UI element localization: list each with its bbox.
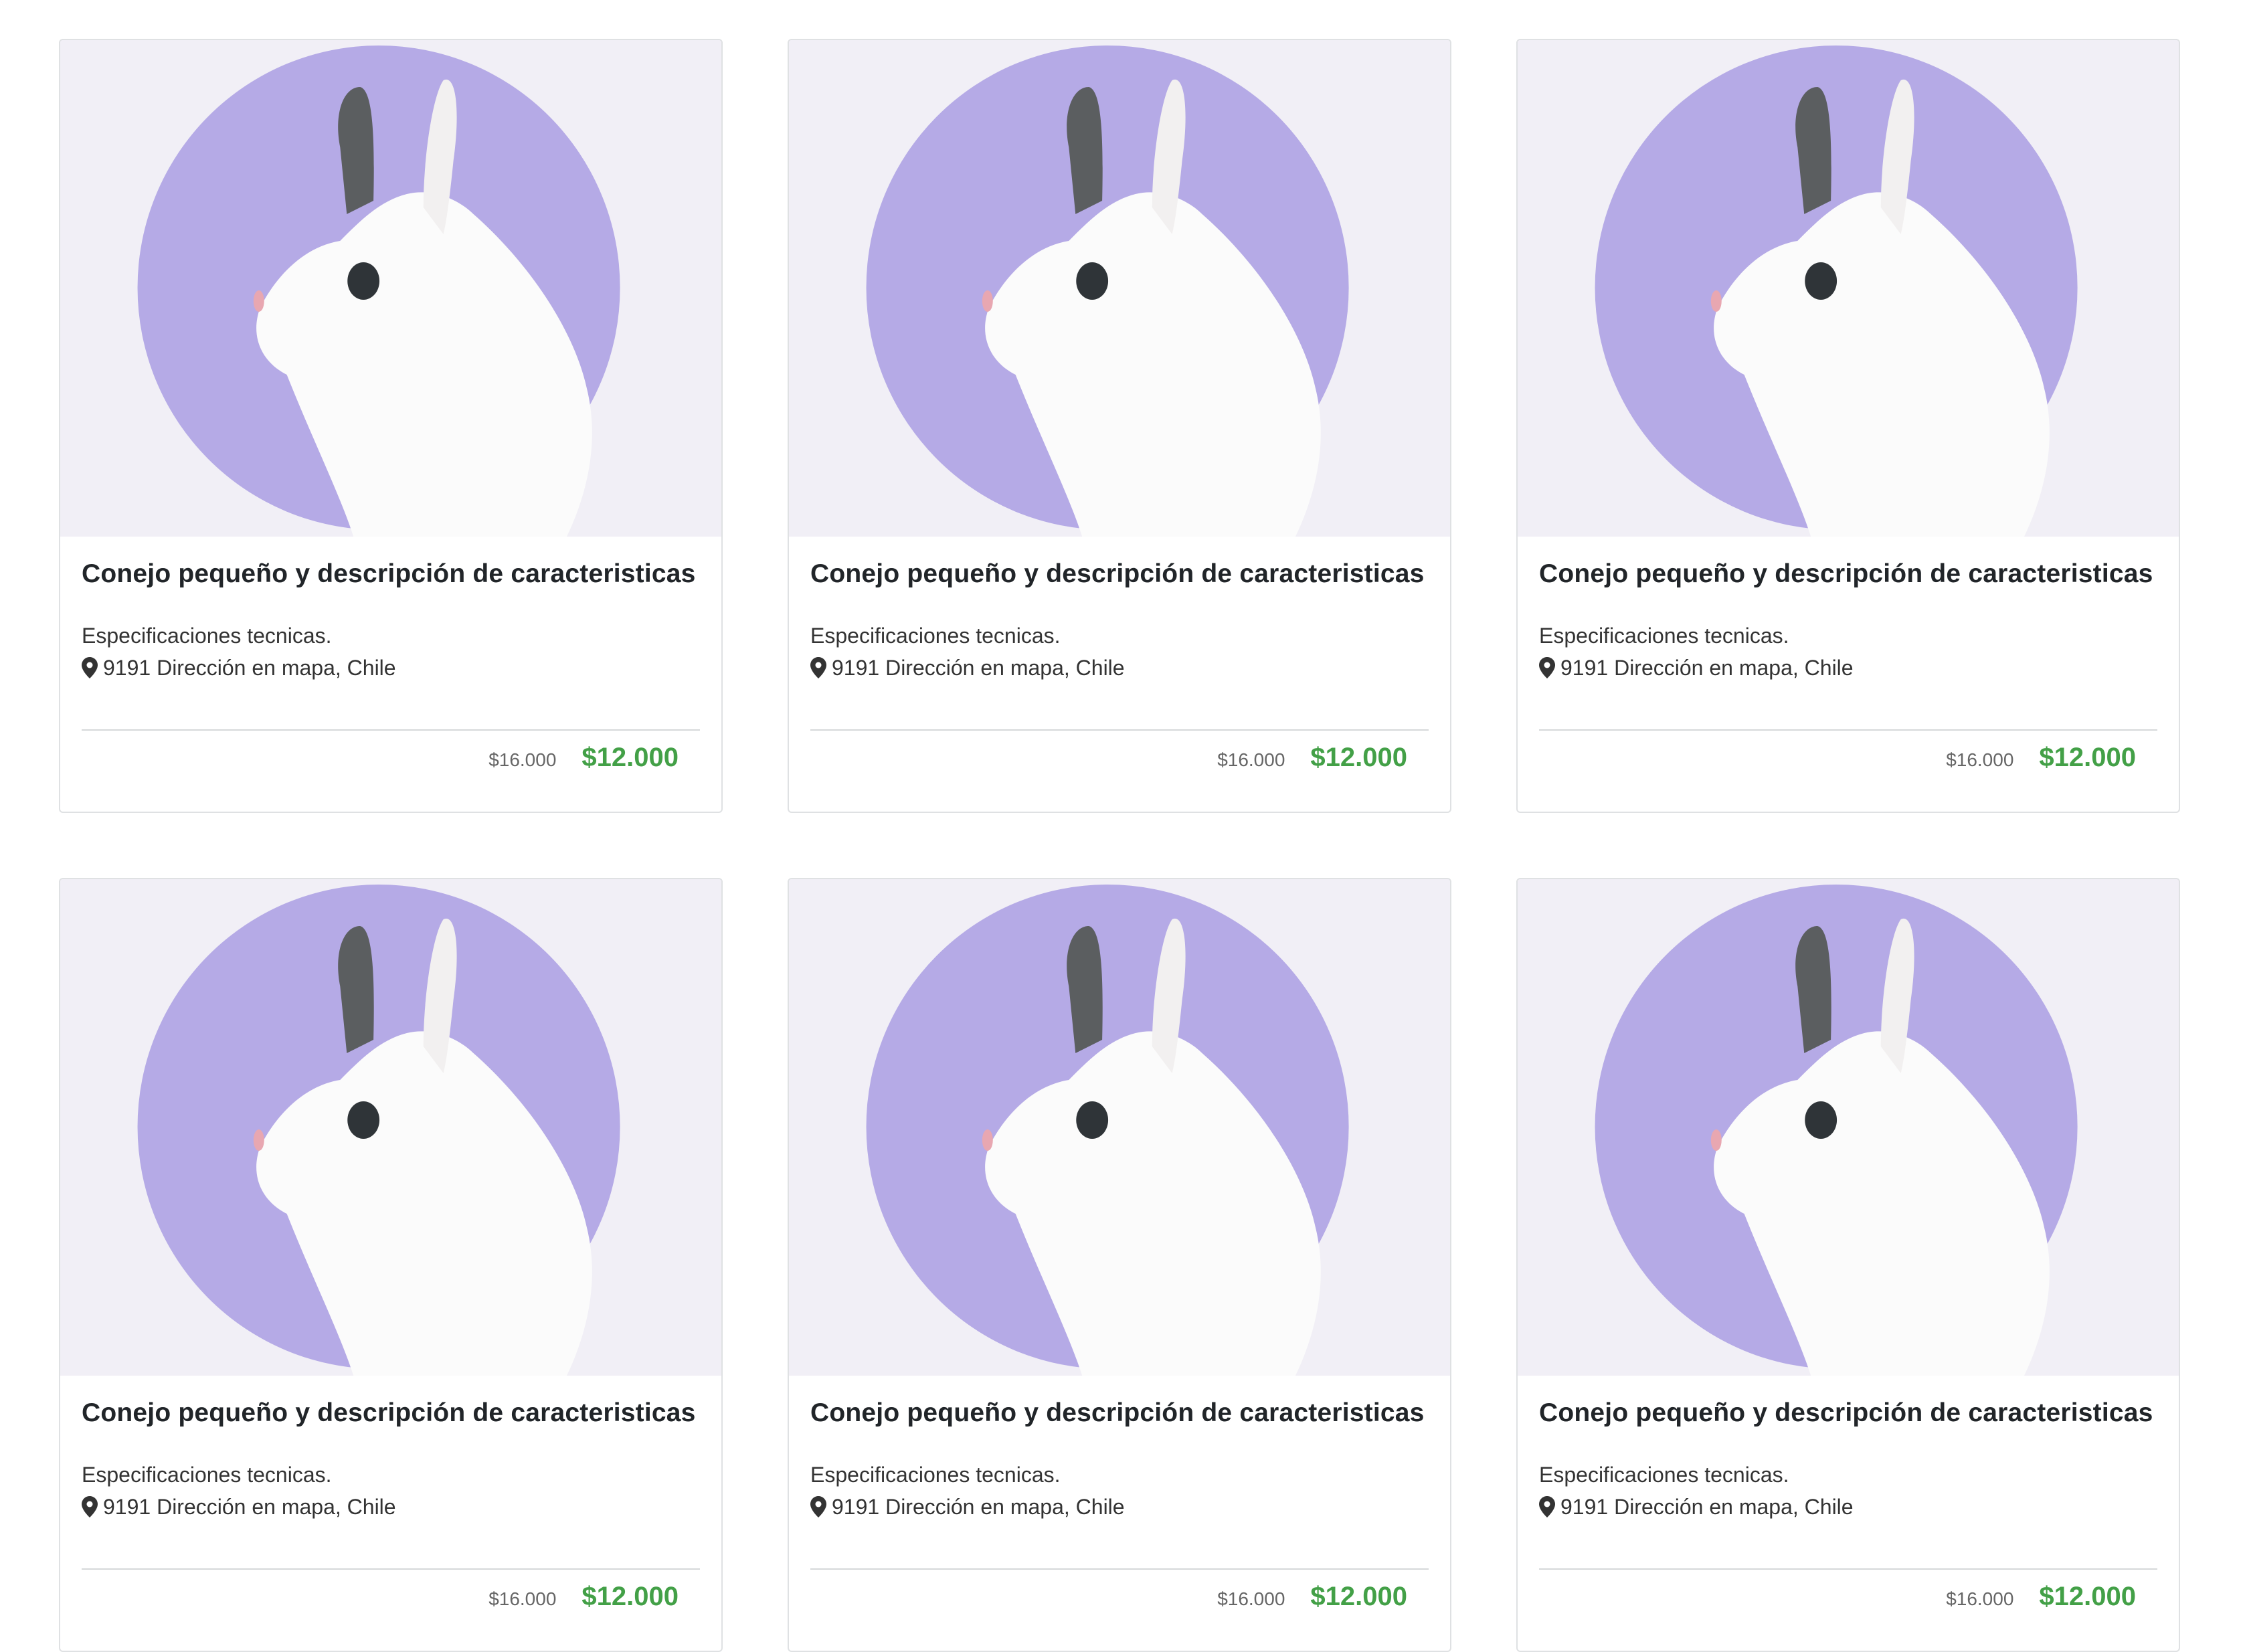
product-title[interactable]: Conejo pequeño y descripción de caracter… bbox=[1539, 1394, 2157, 1432]
product-specs: Especificaciones tecnicas. bbox=[82, 1463, 332, 1487]
product-address: 9191 Dirección en mapa, Chile bbox=[1539, 1491, 2157, 1523]
price-row: $16.000 $12.000 bbox=[810, 1570, 1429, 1612]
product-specs: Especificaciones tecnicas. bbox=[1539, 1463, 1789, 1487]
product-specs: Especificaciones tecnicas. bbox=[82, 624, 332, 648]
old-price: $16.000 bbox=[1946, 749, 2014, 770]
product-card[interactable]: Conejo pequeño y descripción de caracter… bbox=[1516, 39, 2180, 813]
price-row: $16.000 $12.000 bbox=[810, 731, 1429, 773]
rabbit-image[interactable] bbox=[1518, 40, 2179, 537]
product-address: 9191 Dirección en mapa, Chile bbox=[82, 1491, 700, 1523]
current-price: $12.000 bbox=[581, 743, 679, 772]
price-row: $16.000 $12.000 bbox=[82, 731, 700, 773]
product-title[interactable]: Conejo pequeño y descripción de caracter… bbox=[810, 1394, 1429, 1432]
map-marker-icon bbox=[810, 1496, 826, 1518]
address-text: 9191 Dirección en mapa, Chile bbox=[832, 656, 1125, 680]
address-text: 9191 Dirección en mapa, Chile bbox=[1560, 1495, 1854, 1519]
product-specs: Especificaciones tecnicas. bbox=[810, 1463, 1061, 1487]
product-address: 9191 Dirección en mapa, Chile bbox=[82, 652, 700, 684]
rabbit-image[interactable] bbox=[60, 40, 721, 537]
price-row: $16.000 $12.000 bbox=[1539, 731, 2157, 773]
product-specs: Especificaciones tecnicas. bbox=[810, 624, 1061, 648]
rabbit-image[interactable] bbox=[789, 879, 1450, 1376]
product-card[interactable]: Conejo pequeño y descripción de caracter… bbox=[59, 878, 723, 1652]
address-text: 9191 Dirección en mapa, Chile bbox=[103, 656, 396, 680]
address-text: 9191 Dirección en mapa, Chile bbox=[832, 1495, 1125, 1519]
rabbit-image[interactable] bbox=[60, 879, 721, 1376]
product-card[interactable]: Conejo pequeño y descripción de caracter… bbox=[788, 878, 1451, 1652]
rabbit-image[interactable] bbox=[789, 40, 1450, 537]
product-card[interactable]: Conejo pequeño y descripción de caracter… bbox=[1516, 878, 2180, 1652]
product-grid: Conejo pequeño y descripción de caracter… bbox=[59, 39, 2180, 1652]
current-price: $12.000 bbox=[1310, 1582, 1407, 1611]
rabbit-image[interactable] bbox=[1518, 879, 2179, 1376]
map-marker-icon bbox=[1539, 1496, 1555, 1518]
old-price: $16.000 bbox=[488, 1588, 557, 1609]
current-price: $12.000 bbox=[2039, 1582, 2136, 1611]
map-marker-icon bbox=[82, 1496, 98, 1518]
product-card[interactable]: Conejo pequeño y descripción de caracter… bbox=[59, 39, 723, 813]
price-row: $16.000 $12.000 bbox=[1539, 1570, 2157, 1612]
address-text: 9191 Dirección en mapa, Chile bbox=[103, 1495, 396, 1519]
product-address: 9191 Dirección en mapa, Chile bbox=[1539, 652, 2157, 684]
product-title[interactable]: Conejo pequeño y descripción de caracter… bbox=[82, 1394, 700, 1432]
map-marker-icon bbox=[82, 657, 98, 678]
address-text: 9191 Dirección en mapa, Chile bbox=[1560, 656, 1854, 680]
map-marker-icon bbox=[810, 657, 826, 678]
current-price: $12.000 bbox=[1310, 743, 1407, 772]
product-address: 9191 Dirección en mapa, Chile bbox=[810, 652, 1429, 684]
price-row: $16.000 $12.000 bbox=[82, 1570, 700, 1612]
product-title[interactable]: Conejo pequeño y descripción de caracter… bbox=[82, 555, 700, 593]
product-card[interactable]: Conejo pequeño y descripción de caracter… bbox=[788, 39, 1451, 813]
product-specs: Especificaciones tecnicas. bbox=[1539, 624, 1789, 648]
old-price: $16.000 bbox=[1217, 1588, 1285, 1609]
product-title[interactable]: Conejo pequeño y descripción de caracter… bbox=[1539, 555, 2157, 593]
old-price: $16.000 bbox=[1217, 749, 1285, 770]
old-price: $16.000 bbox=[488, 749, 557, 770]
current-price: $12.000 bbox=[581, 1582, 679, 1611]
product-title[interactable]: Conejo pequeño y descripción de caracter… bbox=[810, 555, 1429, 593]
current-price: $12.000 bbox=[2039, 743, 2136, 772]
map-marker-icon bbox=[1539, 657, 1555, 678]
product-address: 9191 Dirección en mapa, Chile bbox=[810, 1491, 1429, 1523]
old-price: $16.000 bbox=[1946, 1588, 2014, 1609]
